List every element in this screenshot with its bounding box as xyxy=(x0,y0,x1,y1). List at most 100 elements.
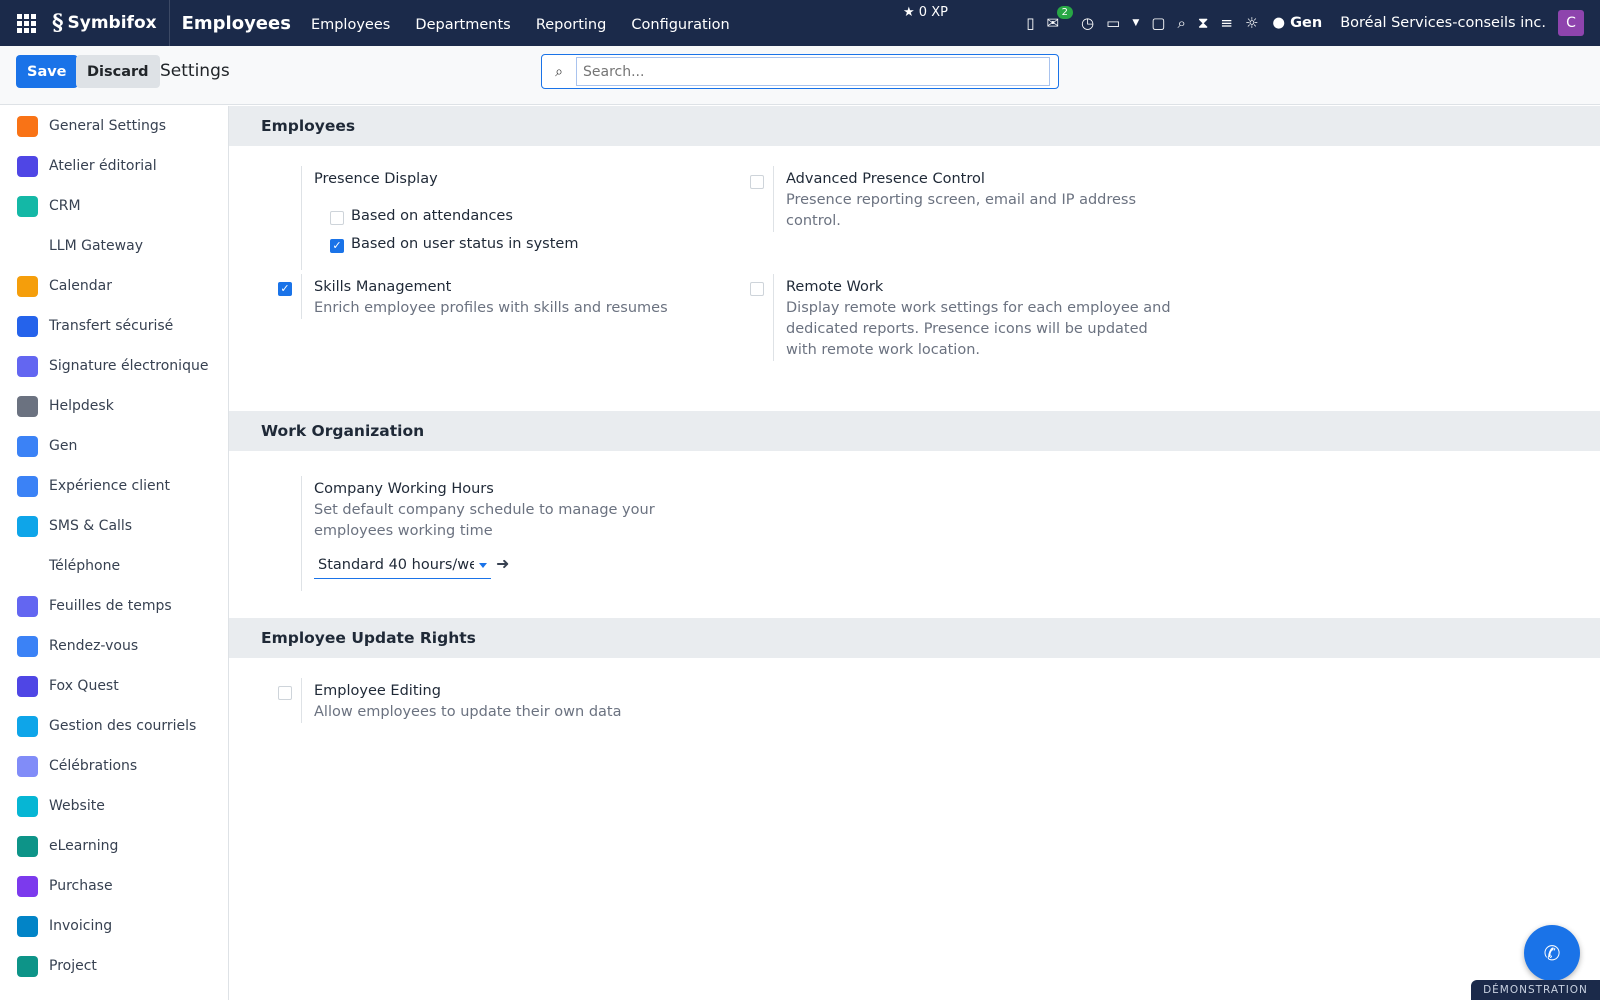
brand-logo[interactable]: § Symbifox xyxy=(52,0,170,46)
xp-indicator[interactable]: ★ 0 XP xyxy=(903,5,948,20)
sidebar-item-feuilles-de-temps[interactable]: Feuilles de temps xyxy=(0,586,228,626)
chat-icon[interactable]: ✉ 2 xyxy=(1046,6,1074,32)
based-on-attendances-label: Based on attendances xyxy=(351,208,513,224)
sidebar-item-label: Transfert sécurisé xyxy=(49,318,174,334)
sidebar-item-label: Célébrations xyxy=(49,758,138,774)
sliders-icon[interactable]: ≡ xyxy=(1220,14,1233,32)
sidebar-item-label: Gen xyxy=(49,438,78,454)
phone-icon: ✆ xyxy=(1543,941,1561,965)
app-icon xyxy=(17,395,38,417)
save-button[interactable]: Save xyxy=(16,55,78,88)
based-on-attendances-checkbox[interactable] xyxy=(330,211,344,225)
sidebar-item-transfert-sécurisé[interactable]: Transfert sécurisé xyxy=(0,306,228,346)
search-input[interactable] xyxy=(576,57,1050,86)
menu-reporting[interactable]: Reporting xyxy=(536,17,607,33)
app-icon xyxy=(17,915,38,937)
breadcrumb: Settings xyxy=(160,61,230,81)
employee-editing-checkbox[interactable] xyxy=(278,686,292,700)
app-icon xyxy=(17,955,38,977)
section-employees-title: Employees xyxy=(229,106,1600,146)
skills-management-title: Skills Management xyxy=(314,279,452,295)
hourglass-icon[interactable]: ⧗ xyxy=(1198,14,1209,32)
remote-work-checkbox[interactable] xyxy=(750,282,764,296)
sidebar-item-website[interactable]: Website xyxy=(0,786,228,826)
clock-icon[interactable]: ◷ xyxy=(1081,14,1094,32)
mobile-icon[interactable]: ▯ xyxy=(1026,14,1034,32)
sidebar-item-llm-gateway[interactable]: LLM Gateway xyxy=(0,226,228,266)
remote-work-title: Remote Work xyxy=(786,279,884,295)
search-icon[interactable]: ⌕ xyxy=(1177,14,1185,32)
based-on-user-status-checkbox[interactable]: ✓ xyxy=(330,239,344,253)
grid-icon xyxy=(16,13,36,33)
sidebar-item-crm[interactable]: CRM xyxy=(0,186,228,226)
inbox-icon[interactable]: ▭ xyxy=(1106,14,1120,32)
skills-management-desc: Enrich employee profiles with skills and… xyxy=(314,300,668,316)
based-on-user-status-label: Based on user status in system xyxy=(351,236,579,252)
sidebar-item-rendez-vous[interactable]: Rendez-vous xyxy=(0,626,228,666)
apps-menu-button[interactable] xyxy=(0,0,52,46)
sidebar-item-calendar[interactable]: Calendar xyxy=(0,266,228,306)
phone-call-button[interactable]: ✆ xyxy=(1524,925,1580,981)
employee-editing-desc: Allow employees to update their own data xyxy=(314,704,622,720)
sidebar-item-label: Rendez-vous xyxy=(49,638,139,654)
note-icon[interactable]: ▢ xyxy=(1151,14,1165,32)
arrow-right-icon[interactable]: ➜ xyxy=(496,554,509,573)
working-hours-select[interactable]: Standard 40 hours/week xyxy=(314,557,491,579)
skills-management-setting: Skills Management Enrich employee profil… xyxy=(301,274,681,319)
employee-editing-title: Employee Editing xyxy=(314,683,441,699)
sidebar-item-gestion-des-courriels[interactable]: Gestion des courriels xyxy=(0,706,228,746)
sidebar-item-téléphone[interactable]: Téléphone xyxy=(0,546,228,586)
skills-management-checkbox[interactable]: ✓ xyxy=(278,282,292,296)
sidebar-item-atelier-éditorial[interactable]: Atelier éditorial xyxy=(0,146,228,186)
gen-button[interactable]: ● Gen xyxy=(1272,15,1322,31)
sidebar-item-expérience-client[interactable]: Expérience client xyxy=(0,466,228,506)
presence-display-title: Presence Display xyxy=(314,171,438,187)
settings-sidebar: General Settings Atelier éditorial CRM LLM … xyxy=(0,106,229,1000)
sidebar-item-label: Helpdesk xyxy=(49,398,114,414)
sidebar-item-fox-quest[interactable]: Fox Quest xyxy=(0,666,228,706)
discard-button[interactable]: Discard xyxy=(76,55,160,88)
app-title[interactable]: Employees xyxy=(182,13,291,34)
menu-configuration[interactable]: Configuration xyxy=(631,17,729,33)
employee-editing-setting: Employee Editing Allow employees to upda… xyxy=(301,678,721,723)
settings-main: Employees Presence Display Based on atte… xyxy=(229,106,1600,1000)
sidebar-item-purchase[interactable]: Purchase xyxy=(0,866,228,906)
menu-departments[interactable]: Departments xyxy=(415,17,510,33)
xp-value: 0 XP xyxy=(918,5,948,20)
section-work-organization-title: Work Organization xyxy=(229,411,1600,451)
brand-s-icon: § xyxy=(52,10,64,36)
caret-down-icon xyxy=(479,563,487,568)
advanced-presence-checkbox[interactable] xyxy=(750,175,764,189)
sidebar-item-label: Invoicing xyxy=(49,918,113,934)
remote-work-setting: Remote Work Display remote work settings… xyxy=(773,274,1173,361)
sidebar-item-label: Gestion des courriels xyxy=(49,718,197,734)
sidebar-item-general-settings[interactable]: General Settings xyxy=(0,106,228,146)
sidebar-item-label: Feuilles de temps xyxy=(49,598,172,614)
user-avatar[interactable]: C xyxy=(1558,10,1584,36)
working-hours-desc: Set default company schedule to manage y… xyxy=(314,502,655,539)
sidebar-item-label: eLearning xyxy=(49,838,119,854)
bug-icon[interactable]: ☼ xyxy=(1245,14,1258,32)
chat-badge: 2 xyxy=(1056,6,1074,19)
caret-down-icon[interactable]: ▼ xyxy=(1132,18,1139,28)
sidebar-item-célébrations[interactable]: Célébrations xyxy=(0,746,228,786)
sidebar-item-project[interactable]: Project xyxy=(0,946,228,986)
app-icon xyxy=(17,355,38,377)
sidebar-item-sms-calls[interactable]: SMS & Calls xyxy=(0,506,228,546)
sidebar-item-elearning[interactable]: eLearning xyxy=(0,826,228,866)
gen-label: Gen xyxy=(1290,15,1323,31)
remote-work-desc: Display remote work settings for each em… xyxy=(786,300,1171,358)
section-employee-update-rights-title: Employee Update Rights xyxy=(229,618,1600,658)
sidebar-item-invoicing[interactable]: Invoicing xyxy=(0,906,228,946)
magnifier-icon: ⌕ xyxy=(555,63,563,80)
app-icon xyxy=(17,715,38,737)
sidebar-item-helpdesk[interactable]: Helpdesk xyxy=(0,386,228,426)
brand-name: Symbifox xyxy=(67,13,157,33)
app-icon xyxy=(17,275,38,297)
menu-employees[interactable]: Employees xyxy=(311,17,390,33)
company-switcher[interactable]: Boréal Services-conseils inc. xyxy=(1340,15,1546,31)
top-navbar: § Symbifox Employees Employees Departmen… xyxy=(0,0,1600,46)
sidebar-item-label: SMS & Calls xyxy=(49,518,133,534)
sidebar-item-gen[interactable]: Gen xyxy=(0,426,228,466)
sidebar-item-signature-électronique[interactable]: Signature électronique xyxy=(0,346,228,386)
